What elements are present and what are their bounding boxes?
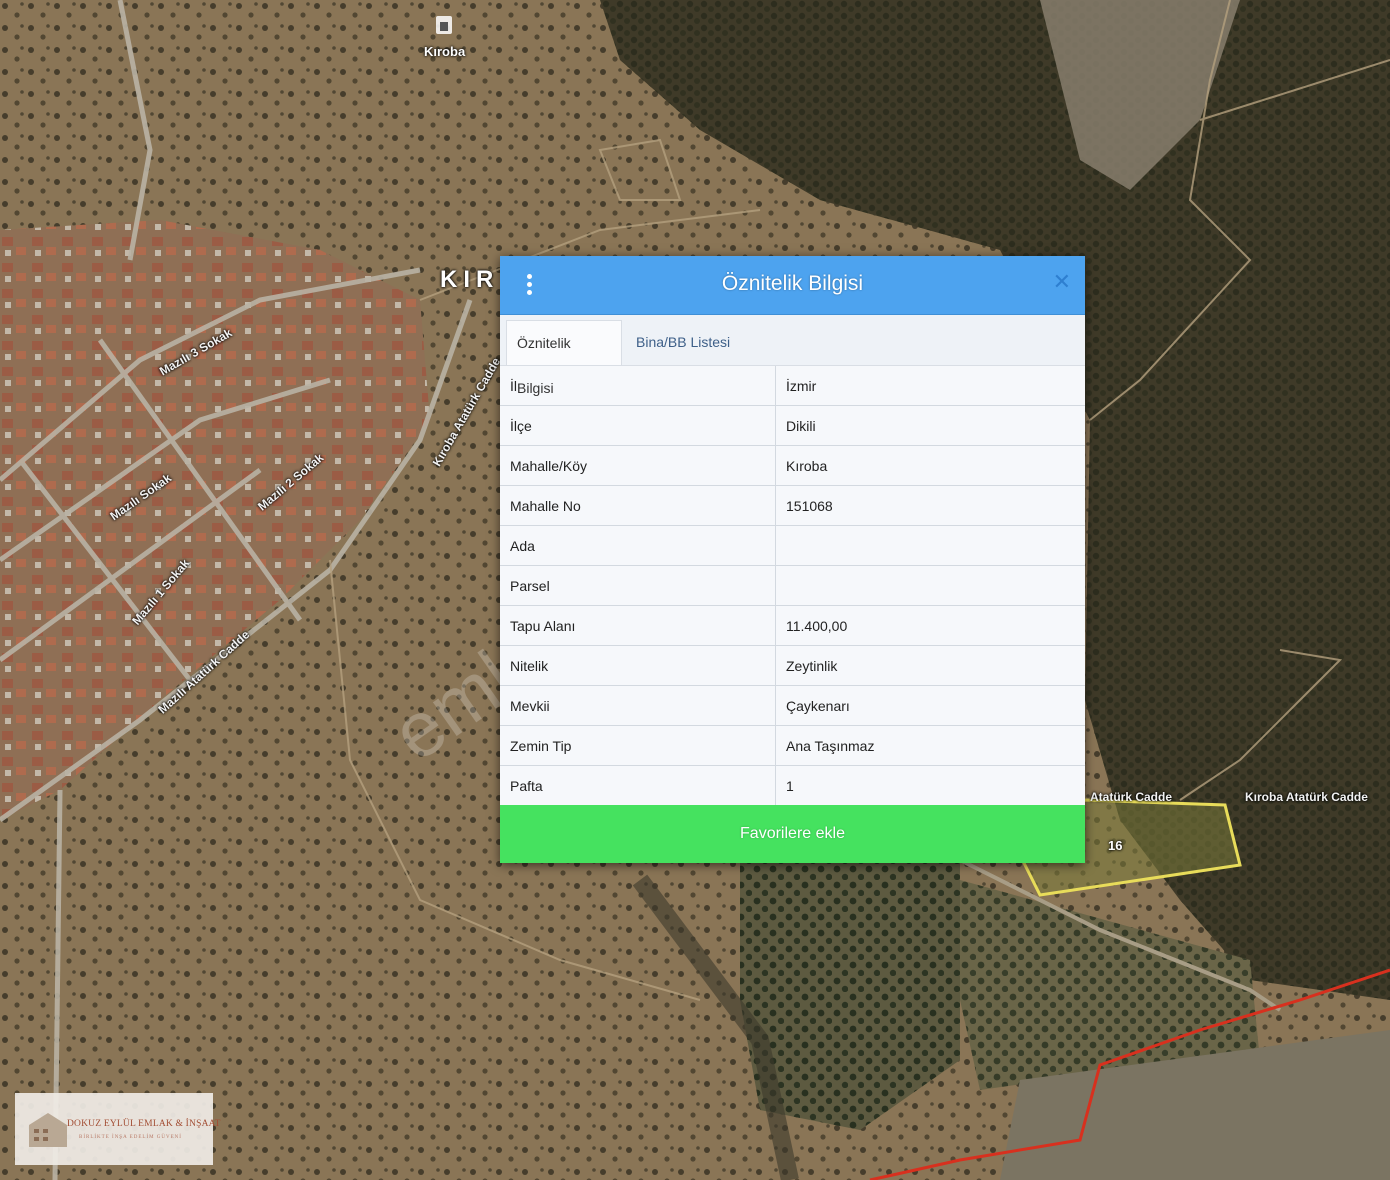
dialog-title: Öznitelik Bilgisi — [721, 272, 864, 295]
table-row: Zemin Tip Ana Taşınmaz — [500, 725, 1085, 766]
attribute-value: İzmir — [775, 366, 1085, 406]
table-row: Mahalle No 151068 — [500, 485, 1085, 526]
table-row: Pafta 1 — [500, 765, 1085, 806]
street-label: Kıroba Atatürk Cadde — [1245, 790, 1368, 804]
street-label: Atatürk Cadde — [1090, 790, 1173, 804]
attribute-value: Kıroba — [775, 445, 1085, 486]
attribute-key: Mahalle No — [500, 485, 776, 526]
attribute-value: Ana Taşınmaz — [775, 725, 1085, 766]
building-logo-icon — [29, 1113, 67, 1147]
table-row: Nitelik Zeytinlik — [500, 645, 1085, 686]
logo-tagline: BİRLİKTE İNŞA EDELİM GÜVENİ — [79, 1135, 182, 1140]
attribute-value — [775, 565, 1085, 606]
map-label-village: Kıroba — [424, 44, 466, 59]
attribute-value: Dikili — [775, 405, 1085, 446]
add-to-favorites-button[interactable]: Favorilere ekle — [500, 805, 1085, 863]
tab-attribute-info[interactable]: Öznitelik Bilgisi — [506, 320, 622, 396]
tab-bar: Öznitelik Bilgisi Bina/BB Listesi — [500, 315, 1085, 396]
attribute-value: Çaykenarı — [775, 685, 1085, 726]
attribute-value: 151068 — [775, 485, 1085, 526]
attribute-key: İlçe — [500, 405, 776, 446]
map-label-village-large: KIR — [440, 266, 500, 293]
table-row: İlçe Dikili — [500, 405, 1085, 446]
dialog-header: Öznitelik Bilgisi ✕ — [500, 256, 1085, 315]
attribute-key: Tapu Alanı — [500, 605, 776, 646]
table-row: Ada — [500, 525, 1085, 566]
attribute-key: Zemin Tip — [500, 725, 776, 766]
table-row: Mevkii Çaykenarı — [500, 685, 1085, 726]
parcel-number-label: 16 — [1108, 838, 1123, 853]
attribute-key: Nitelik — [500, 645, 776, 686]
company-logo: DOKUZ EYLÜL EMLAK & İNŞAAT BİRLİKTE İNŞA… — [15, 1093, 220, 1165]
logo-company-name: DOKUZ EYLÜL EMLAK & İNŞAAT — [67, 1119, 221, 1129]
table-row: Tapu Alanı 11.400,00 — [500, 605, 1085, 646]
table-row: Mahalle/Köy Kıroba — [500, 445, 1085, 486]
attribute-key: Mevkii — [500, 685, 776, 726]
attribute-value: Zeytinlik — [775, 645, 1085, 686]
table-row: Parsel — [500, 565, 1085, 606]
attribute-key: Pafta — [500, 765, 776, 806]
attribute-value — [775, 525, 1085, 566]
attribute-key: Mahalle/Köy — [500, 445, 776, 486]
table-row: İl İzmir — [500, 366, 1085, 406]
attribute-table: İl İzmir İlçe Dikili Mahalle/Köy Kıroba Mah… — [500, 366, 1085, 806]
attribute-key: Parsel — [500, 565, 776, 606]
tab-building-list[interactable]: Bina/BB Listesi — [626, 320, 740, 365]
attribute-key: Ada — [500, 525, 776, 566]
attribute-value: 1 — [775, 765, 1085, 806]
close-icon[interactable]: ✕ — [1053, 270, 1071, 295]
attribute-value: 11.400,00 — [775, 605, 1085, 646]
attribute-info-dialog: Öznitelik Bilgisi ✕ Öznitelik Bilgisi Bi… — [500, 256, 1085, 863]
